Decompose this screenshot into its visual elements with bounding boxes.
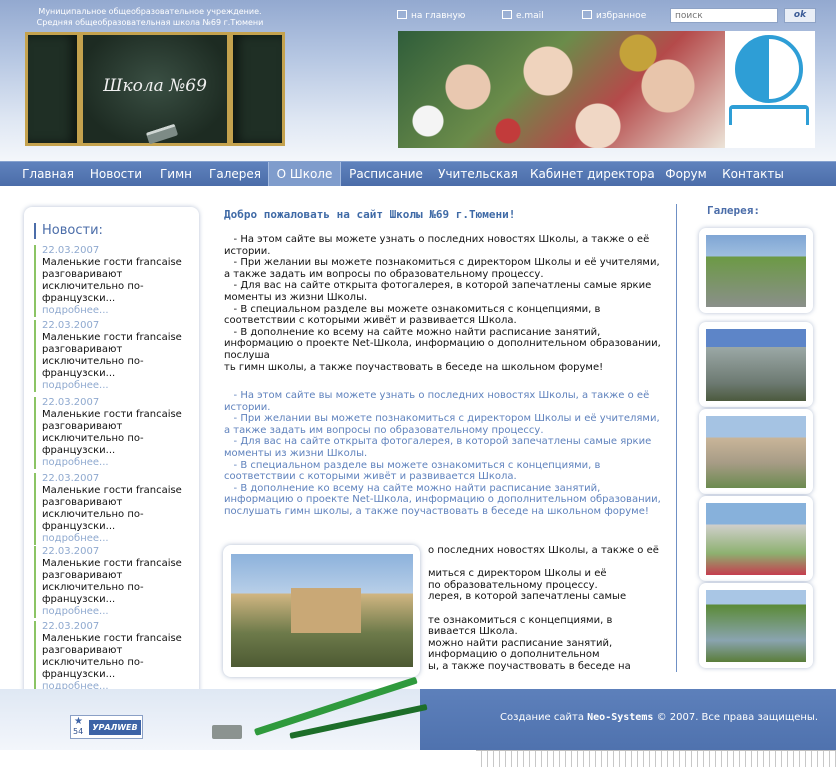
- news-heading: Новости:: [34, 223, 103, 239]
- intro-paragraph: - На этом сайте вы можете узнать о после…: [224, 234, 661, 373]
- page-footer: ★ 54 УРАЛWEB Создание сайта Neo-Systems …: [0, 676, 836, 750]
- intro-paragraph-highlighted: - На этом сайте вы можете узнать о после…: [224, 390, 661, 517]
- chalkboard-left-panel: [25, 32, 80, 146]
- gallery-photo-flowerbed: [706, 503, 806, 575]
- news-item: 22.03.2007 Маленькие гости francaise раз…: [34, 245, 194, 317]
- news-item: 22.03.2007 Маленькие гости francaise раз…: [34, 621, 194, 693]
- eraser-icon: [212, 725, 242, 739]
- home-link[interactable]: на главную: [397, 10, 465, 21]
- header-photo-children: [398, 31, 725, 148]
- chalkboard-right-panel: [230, 32, 285, 146]
- search-input[interactable]: [670, 8, 778, 23]
- org-line-2: Средняя общеобразовательная школа №69 г.…: [36, 18, 264, 27]
- copyright-prefix: Создание сайта: [500, 712, 584, 723]
- gallery-thumbnail[interactable]: [699, 583, 813, 668]
- nav-item-contacts[interactable]: Контакты: [718, 162, 788, 186]
- nav-item-home[interactable]: Главная: [16, 162, 80, 186]
- ruler-decoration: [476, 750, 836, 767]
- school-building-photo: [231, 554, 413, 667]
- chalkboard-logo[interactable]: Школа №69: [25, 32, 285, 146]
- counter-badge[interactable]: ★ 54 УРАЛWEB: [70, 715, 143, 739]
- mail-icon: [502, 10, 512, 19]
- main-navigation: Главная Новости Гимн Галерея О Школе Рас…: [0, 161, 836, 186]
- email-link[interactable]: e.mail: [502, 10, 544, 21]
- news-text: Маленькие гости francaise разговаривают …: [42, 633, 182, 680]
- search-button[interactable]: ok: [784, 8, 816, 23]
- gallery-heading: Галерея:: [707, 204, 760, 217]
- nav-item-teachers[interactable]: Учительская: [434, 162, 522, 186]
- news-more-link[interactable]: подробнее...: [42, 606, 194, 618]
- nav-item-news[interactable]: Новости: [84, 162, 148, 186]
- news-date: 22.03.2007: [42, 320, 100, 331]
- content-divider: [676, 204, 677, 672]
- gallery-photo-playground: [706, 235, 806, 307]
- copyright: Создание сайта Neo-Systems © 2007. Все п…: [500, 712, 818, 723]
- school-photo-frame: [223, 545, 420, 677]
- gallery-thumbnail[interactable]: [699, 228, 813, 313]
- news-date: 22.03.2007: [42, 473, 100, 484]
- gallery-photo-town: [706, 416, 806, 488]
- favorites-link[interactable]: избранное: [582, 10, 646, 21]
- news-date: 22.03.2007: [42, 546, 100, 557]
- news-more-link[interactable]: подробнее...: [42, 533, 194, 545]
- favorites-link-label: избранное: [596, 11, 647, 21]
- news-item: 22.03.2007 Маленькие гости francaise раз…: [34, 546, 194, 618]
- nav-item-schedule[interactable]: Расписание: [344, 162, 428, 186]
- star-icon: ★: [74, 716, 83, 727]
- gallery-thumbnail[interactable]: [699, 322, 813, 407]
- site-logo-text: Школа №69: [103, 76, 207, 96]
- school-emblem: [725, 31, 815, 148]
- developer-link[interactable]: Neo-Systems: [587, 712, 653, 723]
- org-line-1: Муниципальное общеобразовательное учрежд…: [38, 7, 262, 16]
- nav-item-forum[interactable]: Форум: [660, 162, 712, 186]
- news-more-link[interactable]: подробнее...: [42, 457, 194, 469]
- news-item: 22.03.2007 Маленькие гости francaise раз…: [34, 397, 194, 469]
- gallery-thumbnail[interactable]: [699, 409, 813, 494]
- news-date: 22.03.2007: [42, 245, 100, 256]
- copyright-suffix: © 2007. Все права защищены.: [656, 712, 818, 723]
- nav-item-gallery[interactable]: Галерея: [203, 162, 267, 186]
- open-book-icon: [729, 105, 809, 125]
- news-item: 22.03.2007 Маленькие гости francaise раз…: [34, 473, 194, 545]
- news-date: 22.03.2007: [42, 621, 100, 632]
- nav-item-about[interactable]: О Школе: [268, 162, 341, 186]
- yin-yang-emblem-icon: [735, 35, 803, 103]
- wrapped-paragraph: о последних новостях Школы, а также о её…: [428, 545, 659, 672]
- news-text: Маленькие гости francaise разговаривают …: [42, 558, 182, 605]
- nav-item-anthem[interactable]: Гимн: [152, 162, 200, 186]
- news-item: 22.03.2007 Маленькие гости francaise раз…: [34, 320, 194, 392]
- news-more-link[interactable]: подробнее...: [42, 380, 194, 392]
- news-text: Маленькие гости francaise разговаривают …: [42, 409, 182, 456]
- email-link-label: e.mail: [516, 11, 544, 21]
- news-text: Маленькие гости francaise разговаривают …: [42, 485, 182, 532]
- page-title: Добро пожаловать на сайт Школы №69 г.Тюм…: [224, 208, 516, 221]
- nav-item-director[interactable]: Кабинет директора: [530, 162, 655, 186]
- home-icon: [397, 10, 407, 19]
- news-text: Маленькие гости francaise разговаривают …: [42, 257, 182, 304]
- page-header: Муниципальное общеобразовательное учрежд…: [0, 0, 836, 161]
- organization-name: Муниципальное общеобразовательное учрежд…: [30, 6, 270, 28]
- news-more-link[interactable]: подробнее...: [42, 305, 194, 317]
- gallery-thumbnail[interactable]: [699, 496, 813, 581]
- news-date: 22.03.2007: [42, 397, 100, 408]
- news-sidebar: Новости: 22.03.2007 Маленькие гости fran…: [24, 207, 199, 704]
- gallery-photo-courtyard: [706, 590, 806, 662]
- counter-number: 54: [73, 727, 84, 736]
- news-text: Маленькие гости francaise разговаривают …: [42, 332, 182, 379]
- counter-brand: УРАЛWEB: [89, 720, 141, 735]
- gallery-photo-building: [706, 329, 806, 401]
- home-link-label: на главную: [411, 11, 466, 21]
- bookmark-icon: [582, 10, 592, 19]
